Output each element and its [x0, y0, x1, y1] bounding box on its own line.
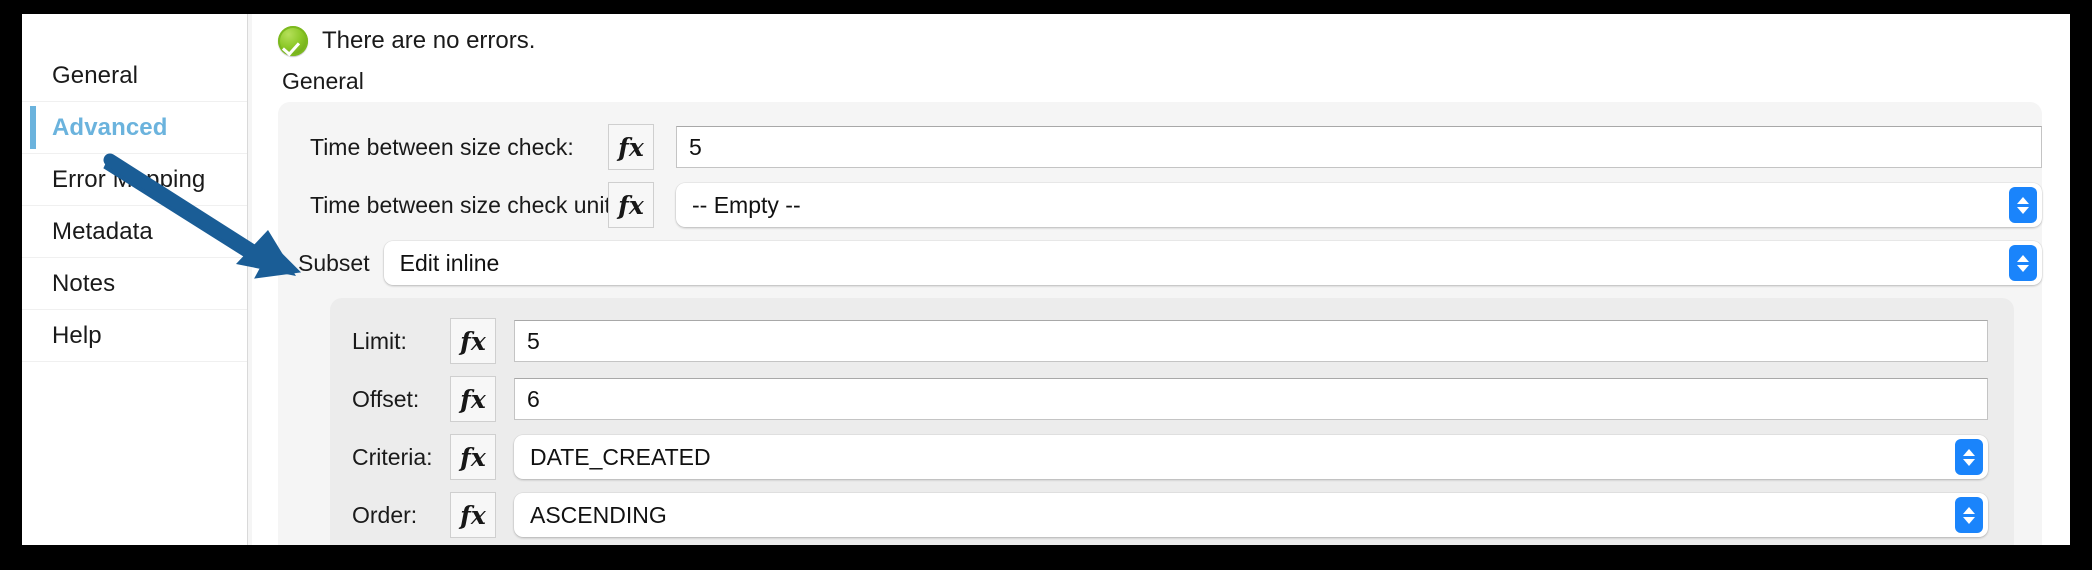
offset-input[interactable]: 6 — [514, 378, 1988, 420]
subset-label: Subset — [298, 249, 370, 276]
order-select[interactable]: ASCENDING — [514, 493, 1988, 537]
field-row-subset: Subset Edit inline — [278, 234, 2042, 292]
status-text: There are no errors. — [322, 27, 536, 54]
fx-button[interactable]: fx — [450, 318, 496, 364]
select-value: -- Empty -- — [692, 191, 801, 218]
sidebar: General Advanced Error Mapping Metadata … — [22, 14, 248, 545]
sidebar-item-label: Notes — [52, 269, 116, 297]
time-between-size-check-input[interactable]: 5 — [676, 126, 2042, 168]
sidebar-item-label: General — [52, 61, 139, 89]
content-pane: There are no errors. General Time betwee… — [248, 14, 2070, 545]
sidebar-item-notes[interactable]: Notes — [22, 258, 247, 310]
sidebar-item-error-mapping[interactable]: Error Mapping — [22, 154, 247, 206]
fx-button[interactable]: fx — [450, 376, 496, 422]
field-label: Time between size check: — [310, 133, 574, 160]
criteria-select[interactable]: DATE_CREATED — [514, 435, 1988, 479]
sidebar-item-label: Error Mapping — [52, 165, 206, 193]
fx-button[interactable]: fx — [608, 182, 654, 228]
screenshot-root: General Advanced Error Mapping Metadata … — [0, 0, 2092, 570]
field-label: Order: — [352, 501, 418, 528]
subset-panel: Limit: fx 5 Offset: fx 6 Criteria: fx DA… — [330, 298, 2014, 545]
time-between-size-check-unit-select[interactable]: -- Empty -- — [676, 183, 2042, 227]
subset-select[interactable]: Edit inline — [383, 241, 2042, 285]
field-label: Criteria: — [352, 443, 433, 470]
select-value: ASCENDING — [530, 501, 667, 528]
chevron-up-down-icon[interactable] — [2009, 187, 2037, 223]
field-row-order: Order: fx ASCENDING — [330, 486, 2014, 544]
field-row-time-between-size-check: Time between size check: fx 5 — [278, 118, 2042, 176]
field-label: Offset: — [352, 385, 420, 412]
limit-input[interactable]: 5 — [514, 320, 1988, 362]
sidebar-item-advanced[interactable]: Advanced — [22, 102, 247, 154]
fx-button[interactable]: fx — [450, 434, 496, 480]
select-value: Edit inline — [399, 249, 500, 276]
sidebar-item-metadata[interactable]: Metadata — [22, 206, 247, 258]
chevron-up-down-icon[interactable] — [1955, 439, 1983, 475]
field-row-offset: Offset: fx 6 — [330, 370, 2014, 428]
fx-button[interactable]: fx — [608, 124, 654, 170]
fx-button[interactable]: fx — [450, 492, 496, 538]
field-label: Time between size check unit: — [310, 191, 618, 218]
status-banner: There are no errors. — [260, 14, 2070, 68]
sidebar-item-label: Help — [52, 321, 102, 349]
chevron-up-down-icon[interactable] — [2009, 245, 2037, 281]
field-row-limit: Limit: fx 5 — [330, 312, 2014, 370]
general-panel: Time between size check: fx 5 Time betwe… — [278, 102, 2042, 545]
sidebar-item-label: Advanced — [52, 113, 168, 141]
chevron-up-down-icon[interactable] — [1955, 497, 1983, 533]
sidebar-item-label: Metadata — [52, 217, 153, 245]
success-check-icon — [278, 26, 308, 56]
content-left-rule — [248, 14, 252, 545]
preferences-window: General Advanced Error Mapping Metadata … — [22, 14, 2070, 545]
field-row-time-between-size-check-unit: Time between size check unit: fx -- Empt… — [278, 176, 2042, 234]
field-label: Limit: — [352, 327, 407, 354]
select-value: DATE_CREATED — [530, 443, 711, 470]
sidebar-item-general[interactable]: General — [22, 50, 247, 102]
field-row-criteria: Criteria: fx DATE_CREATED — [330, 428, 2014, 486]
group-label-general: General — [282, 68, 364, 94]
sidebar-item-help[interactable]: Help — [22, 310, 247, 362]
